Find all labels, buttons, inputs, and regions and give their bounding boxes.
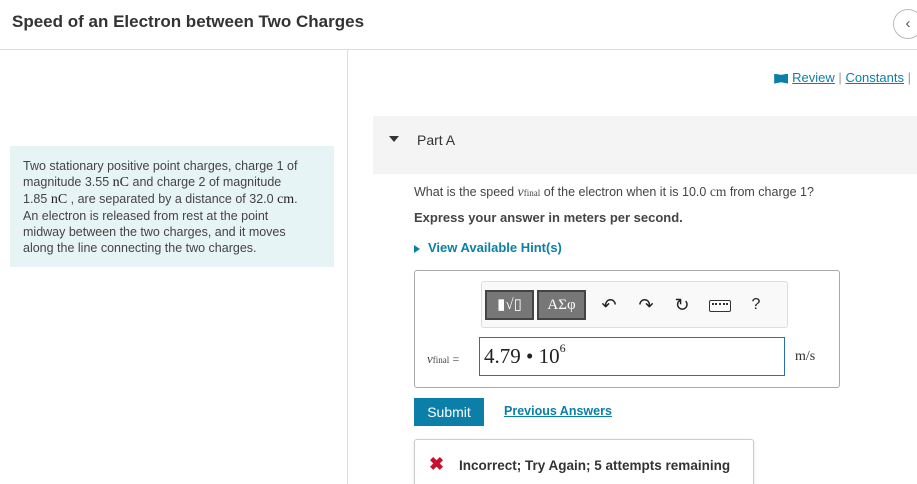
caret-down-icon[interactable]: [389, 136, 399, 142]
problem-line: An electron is released from rest at the…: [23, 209, 269, 223]
constants-link[interactable]: Constants: [845, 70, 904, 85]
templates-button[interactable]: ▮√▯: [485, 290, 534, 320]
feedback-message: Incorrect; Try Again; 5 attempts remaini…: [459, 458, 731, 473]
problem-line: midway between the two charges, and it m…: [23, 225, 286, 239]
header: Speed of an Electron between Two Charges…: [0, 0, 917, 50]
top-links: Review | Constants |: [774, 70, 911, 85]
feedback-box: ✖ Incorrect; Try Again; 5 attempts remai…: [414, 439, 754, 484]
page-title: Speed of an Electron between Two Charges: [12, 12, 365, 31]
answer-unit: m/s: [795, 349, 816, 364]
previous-answers-link[interactable]: Previous Answers: [504, 404, 612, 418]
collapse-chevron-icon[interactable]: ‹: [893, 9, 917, 39]
problem-line: magnitude 3.55 nC and charge 2 of magnit…: [23, 175, 282, 190]
triangle-right-icon: [414, 244, 420, 253]
answer-input[interactable]: 4.79 • 106: [479, 337, 785, 376]
pane-divider: [347, 50, 348, 484]
answer-box: ▮√▯ ΑΣφ ↶ ↷ ↻ ? vfinal = 4.79 • 106 m/s: [414, 270, 840, 388]
help-button[interactable]: ?: [746, 295, 766, 315]
undo-icon[interactable]: ↶: [599, 295, 619, 315]
problem-statement: Two stationary positive point charges, c…: [10, 146, 334, 267]
problem-line: 1.85 nC , are separated by a distance of…: [23, 192, 298, 207]
greek-symbols-button[interactable]: ΑΣφ: [537, 290, 586, 320]
part-label: Part A: [417, 132, 456, 148]
error-x-icon: ✖: [429, 454, 445, 474]
problem-line: Two stationary positive point charges, c…: [23, 159, 298, 173]
keyboard-icon[interactable]: [709, 300, 731, 312]
answer-variable-label: vfinal =: [427, 351, 460, 366]
redo-icon[interactable]: ↷: [636, 295, 656, 315]
problem-line: along the line connecting the two charge…: [23, 241, 257, 255]
math-toolbar: ▮√▯ ΑΣφ ↶ ↷ ↻ ?: [481, 281, 788, 328]
reset-icon[interactable]: ↻: [672, 295, 692, 315]
question-text: What is the speed vfinal of the electron…: [414, 184, 814, 200]
answer-instructions: Express your answer in meters per second…: [414, 210, 683, 225]
submit-button[interactable]: Submit: [414, 398, 484, 426]
review-link[interactable]: Review: [792, 70, 835, 85]
book-icon: [774, 73, 789, 84]
view-hints-link[interactable]: View Available Hint(s): [414, 240, 562, 255]
